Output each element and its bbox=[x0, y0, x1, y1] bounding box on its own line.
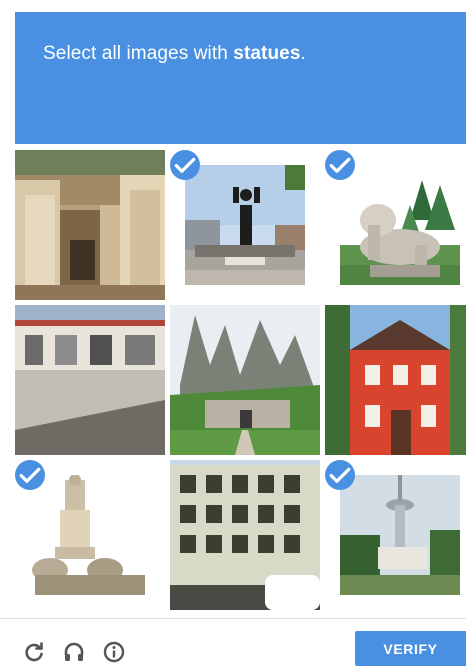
lion-statue-image bbox=[340, 165, 460, 285]
tile-monument-sculpture[interactable] bbox=[15, 460, 165, 610]
footer-controls bbox=[20, 638, 128, 666]
stone-ruins-image bbox=[15, 150, 165, 300]
selected-check-icon bbox=[170, 150, 200, 180]
audio-icon[interactable] bbox=[60, 638, 88, 666]
statue-on-pedestal-image bbox=[185, 165, 305, 285]
tile-stone-ruins[interactable] bbox=[15, 150, 165, 300]
info-icon[interactable] bbox=[100, 638, 128, 666]
garage-building-image bbox=[15, 305, 165, 455]
red-house-image bbox=[325, 305, 466, 455]
tile-statue-on-pedestal[interactable] bbox=[170, 150, 320, 300]
challenge-prompt: Select all images with statues. bbox=[43, 43, 306, 64]
tile-red-house[interactable] bbox=[325, 305, 466, 455]
tile-garage-building[interactable] bbox=[15, 305, 165, 455]
selected-check-icon bbox=[325, 460, 355, 490]
footer-divider bbox=[0, 618, 466, 619]
selected-check-icon bbox=[325, 150, 355, 180]
challenge-header: Select all images with statues. bbox=[15, 12, 466, 144]
tile-tv-tower[interactable] bbox=[325, 460, 466, 610]
tile-apartment-building[interactable] bbox=[170, 460, 320, 610]
apartment-building-image bbox=[170, 460, 320, 610]
selected-check-icon bbox=[15, 460, 45, 490]
image-grid bbox=[15, 150, 466, 610]
tv-tower-image bbox=[340, 475, 460, 595]
tile-lion-statue[interactable] bbox=[325, 150, 466, 300]
verify-button[interactable]: VERIFY bbox=[355, 631, 466, 666]
monument-sculpture-image bbox=[30, 475, 150, 595]
reload-icon[interactable] bbox=[20, 638, 48, 666]
prompt-keyword: statues bbox=[233, 43, 301, 64]
tile-rock-fortress[interactable] bbox=[170, 305, 320, 455]
rock-fortress-image bbox=[170, 305, 320, 455]
